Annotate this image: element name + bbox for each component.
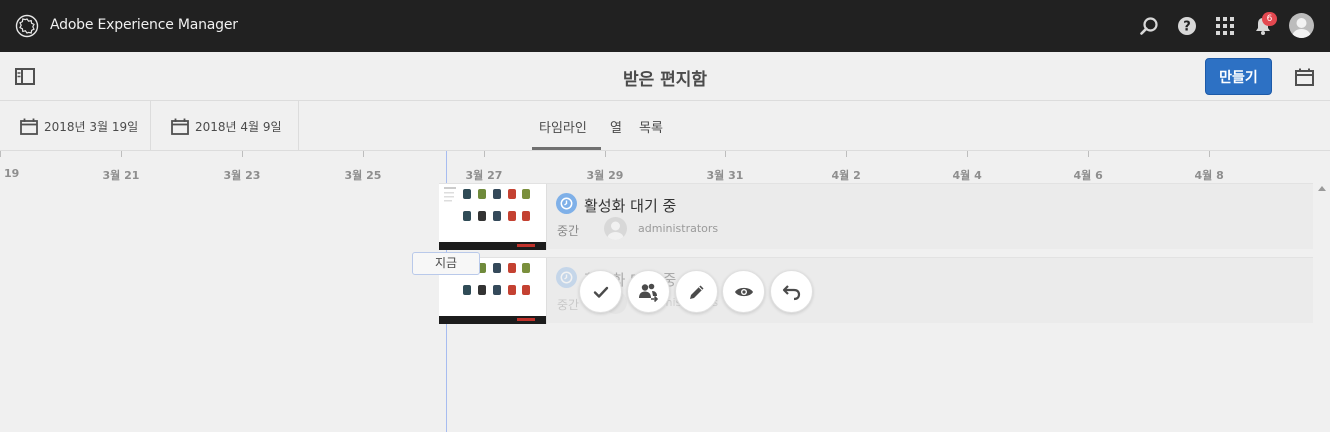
item-thumbnail (439, 184, 547, 250)
create-button[interactable]: 만들기 (1205, 58, 1272, 95)
timeline-tick (0, 151, 1, 157)
edit-pencil-icon (689, 285, 703, 299)
start-date-label: 2018년 3월 19일 (44, 119, 139, 134)
timeline-tick (1209, 151, 1210, 157)
delegate-action-button[interactable] (627, 270, 670, 313)
calendar-icon (20, 118, 38, 135)
start-date-picker[interactable]: 2018년 3월 19일 (0, 101, 151, 151)
inbox-item[interactable]: 활성화 대기 중 중간 administrators (439, 183, 1313, 250)
help-icon[interactable]: ? (1175, 14, 1199, 38)
item-priority: 중간 (557, 224, 580, 238)
tab-column[interactable]: 열 (610, 117, 622, 136)
scroll-up-arrow-icon[interactable] (1318, 186, 1326, 191)
page-title: 받은 편지함 (622, 70, 708, 90)
timeline-tick (121, 151, 122, 157)
timeline-tick (363, 151, 364, 157)
calendar-icon (171, 118, 189, 135)
clock-status-icon (556, 193, 577, 214)
shell-header: Adobe Experience Manager ? 6 (0, 0, 1330, 52)
aem-logo-icon[interactable] (15, 14, 39, 38)
timeline-tick-label: 3월 29 (586, 169, 624, 182)
action-bar: 받은 편지함 만들기 (0, 52, 1330, 101)
timeline-tick-label: 3월 31 (706, 169, 744, 182)
timeline-tick-label: 19 (4, 167, 20, 180)
assignee-avatar (604, 217, 627, 240)
timeline-tick-label: 3월 21 (102, 169, 140, 182)
svg-text:?: ? (1183, 20, 1191, 35)
end-date-label: 2018년 4월 9일 (195, 119, 282, 134)
undo-icon (782, 284, 800, 300)
tab-timeline[interactable]: 타임라인 (539, 117, 587, 136)
timeline-tick-label: 4월 4 (952, 169, 982, 182)
edit-action-button[interactable] (675, 270, 718, 313)
timeline-tick-label: 4월 6 (1073, 169, 1103, 182)
assign-users-icon (638, 283, 658, 302)
calendar-icon[interactable] (1295, 68, 1314, 86)
rail-toggle-icon[interactable] (15, 68, 35, 85)
user-avatar[interactable] (1289, 13, 1314, 38)
now-marker-label: 지금 (412, 252, 480, 275)
clock-status-icon (556, 267, 577, 288)
notification-badge[interactable]: 6 (1262, 12, 1277, 26)
timeline-tick-label: 4월 8 (1194, 169, 1224, 182)
apps-grid-icon[interactable] (1213, 14, 1237, 38)
timeline-tick (846, 151, 847, 157)
item-assignee: administrators (638, 222, 719, 235)
inbox-item[interactable]: 활성화 대기 중 중간 administrators (439, 257, 1313, 324)
step-back-action-button[interactable] (770, 270, 813, 313)
timeline-tick (484, 151, 485, 157)
timeline-tick (967, 151, 968, 157)
timeline-axis: 19 3월 21 3월 23 3월 25 3월 27 3월 29 3월 31 4월 2 4월 4… (0, 151, 1330, 182)
item-priority: 중간 (557, 298, 580, 312)
view-action-button[interactable] (722, 270, 765, 313)
complete-action-button[interactable] (579, 270, 622, 313)
timeline-tick-label: 3월 23 (223, 169, 261, 182)
timeline-tick (605, 151, 606, 157)
app-title[interactable]: Adobe Experience Manager (50, 17, 238, 33)
timeline-tick-label: 3월 25 (344, 169, 382, 182)
check-icon (593, 286, 608, 298)
timeline-tick (1088, 151, 1089, 157)
filter-bar: 2018년 3월 19일 2018년 4월 9일 타임라인 열 목록 (0, 101, 1330, 151)
end-date-picker[interactable]: 2018년 4월 9일 (151, 101, 299, 151)
eye-icon (734, 287, 753, 296)
timeline-tick-label: 3월 27 (465, 169, 503, 182)
item-title[interactable]: 활성화 대기 중 (584, 195, 676, 216)
timeline-tick-label: 4월 2 (831, 169, 861, 182)
timeline-tick (242, 151, 243, 157)
timeline-tick (725, 151, 726, 157)
tab-list[interactable]: 목록 (639, 117, 663, 136)
search-icon[interactable] (1137, 14, 1161, 38)
active-tab-indicator (532, 147, 601, 150)
